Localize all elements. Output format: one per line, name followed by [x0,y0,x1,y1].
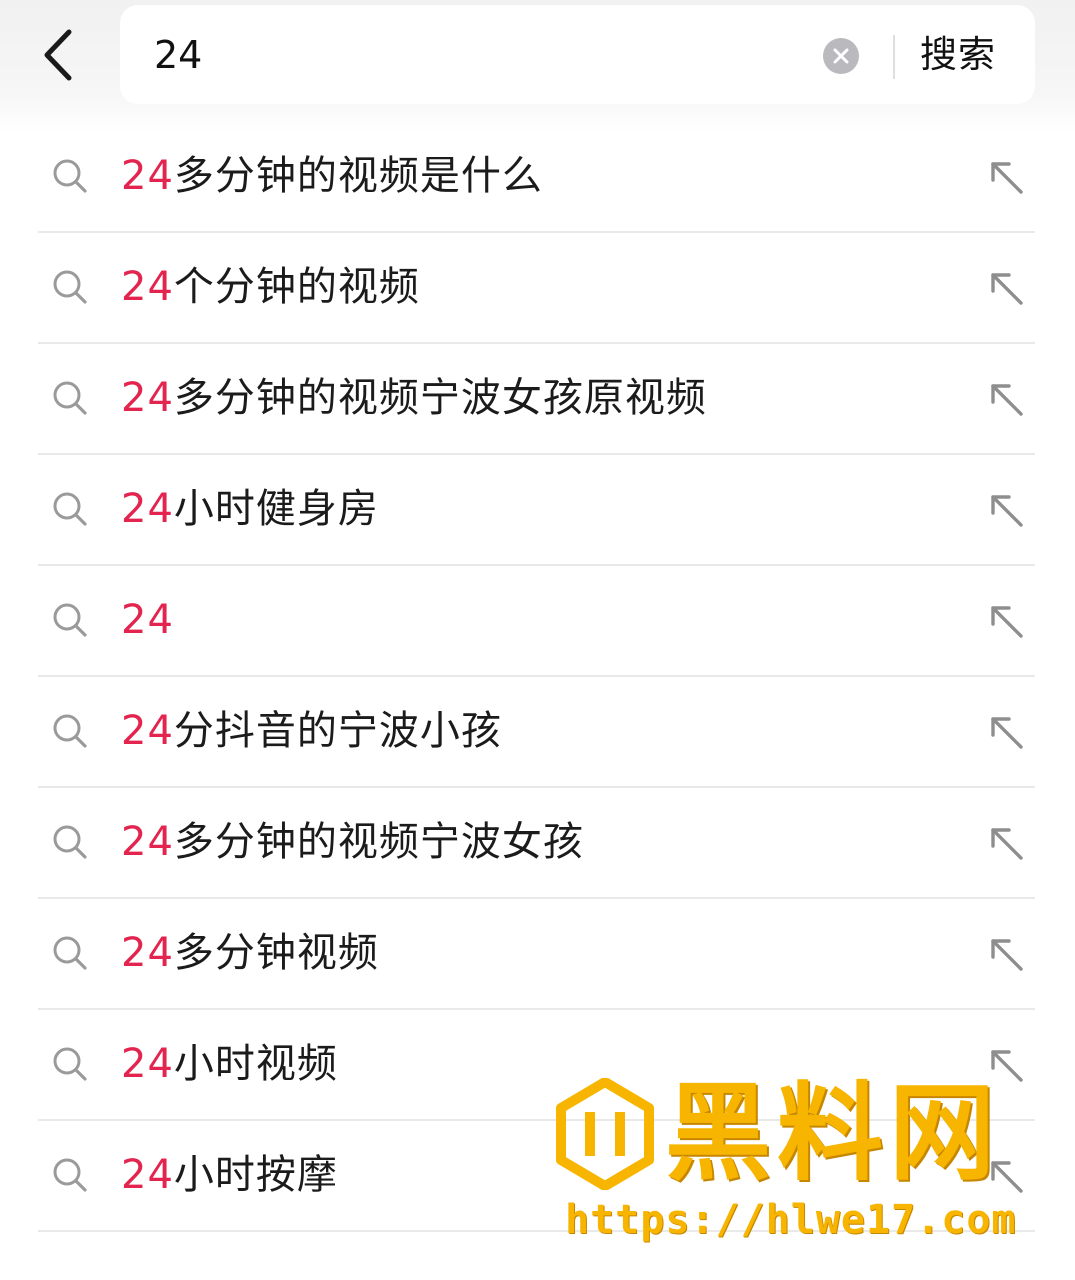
search-header: 搜索 [0,0,1075,132]
suggestion-rest: 个分钟的视频 [173,264,420,310]
search-box: 搜索 [120,5,1035,104]
suggestion-row[interactable]: 24多分钟的视频宁波女孩原视频 [0,344,1075,455]
suggestion-rest: 多分钟视频 [173,930,379,976]
suggestion-text: 24多分钟的视频宁波女孩原视频 [121,370,707,426]
clear-button[interactable] [823,38,859,74]
suggestion-row[interactable]: 24多分钟的视频是什么 [0,122,1075,233]
arrow-up-left-icon[interactable] [985,822,1029,866]
suggestion-highlight: 24 [121,1041,174,1087]
search-icon [53,159,87,193]
suggestion-text: 24个分钟的视频 [121,259,420,315]
search-icon [53,936,87,970]
suggestion-list: 24多分钟的视频是什么 24个分钟的视频 24多分钟的视频宁波女孩原视频 24小… [0,122,1075,1232]
back-button[interactable] [30,24,86,86]
suggestion-text: 24小时视频 [121,1036,338,1092]
arrow-up-left-icon[interactable] [985,1044,1029,1088]
search-divider [893,35,895,79]
suggestion-text: 24分抖音的宁波小孩 [121,703,502,759]
arrow-up-left-icon[interactable] [985,933,1029,977]
suggestion-highlight: 24 [121,1152,174,1198]
search-submit-button[interactable]: 搜索 [920,27,1016,83]
suggestion-text: 24 [121,592,174,648]
suggestion-highlight: 24 [121,264,174,310]
search-suggestion-page: 搜索 24多分钟的视频是什么 24个分钟的视频 [0,0,1075,1280]
search-icon [53,1158,87,1192]
suggestion-row[interactable]: 24分抖音的宁波小孩 [0,677,1075,788]
arrow-up-left-icon[interactable] [985,267,1029,311]
search-icon [53,714,87,748]
suggestion-text: 24小时按摩 [121,1147,338,1203]
arrow-up-left-icon[interactable] [985,156,1029,200]
chevron-left-icon [44,29,72,81]
suggestion-rest: 小时健身房 [173,486,379,532]
suggestion-rest: 分抖音的宁波小孩 [173,708,502,754]
suggestion-highlight: 24 [121,375,174,421]
suggestion-highlight: 24 [121,930,174,976]
suggestion-highlight: 24 [121,819,174,865]
suggestion-rest: 多分钟的视频是什么 [173,153,543,199]
clear-circle-icon [833,48,849,64]
suggestion-text: 24多分钟的视频是什么 [121,148,543,204]
search-icon [53,603,87,637]
search-icon [53,492,87,526]
suggestion-rest: 多分钟的视频宁波女孩 [173,819,584,865]
search-input[interactable] [154,27,794,83]
suggestion-highlight: 24 [121,708,174,754]
arrow-up-left-icon[interactable] [985,489,1029,533]
suggestion-text: 24多分钟视频 [121,925,379,981]
arrow-up-left-icon[interactable] [985,1155,1029,1199]
arrow-up-left-icon[interactable] [985,378,1029,422]
suggestion-rest: 多分钟的视频宁波女孩原视频 [173,375,707,421]
suggestion-row[interactable]: 24多分钟视频 [0,899,1075,1010]
row-divider [38,1230,1035,1232]
suggestion-highlight: 24 [121,486,174,532]
search-icon [53,270,87,304]
suggestion-text: 24多分钟的视频宁波女孩 [121,814,584,870]
suggestion-text: 24小时健身房 [121,481,379,537]
suggestion-highlight: 24 [121,597,174,643]
arrow-up-left-icon[interactable] [985,600,1029,644]
suggestion-row[interactable]: 24小时健身房 [0,455,1075,566]
search-icon [53,825,87,859]
suggestion-row[interactable]: 24个分钟的视频 [0,233,1075,344]
suggestion-row[interactable]: 24小时按摩 [0,1121,1075,1232]
arrow-up-left-icon[interactable] [985,711,1029,755]
suggestion-rest: 小时按摩 [173,1152,338,1198]
suggestion-highlight: 24 [121,153,174,199]
search-icon [53,381,87,415]
suggestion-rest: 小时视频 [173,1041,338,1087]
suggestion-row[interactable]: 24小时视频 [0,1010,1075,1121]
suggestion-row[interactable]: 24多分钟的视频宁波女孩 [0,788,1075,899]
suggestion-row[interactable]: 24 [0,566,1075,677]
search-icon [53,1047,87,1081]
